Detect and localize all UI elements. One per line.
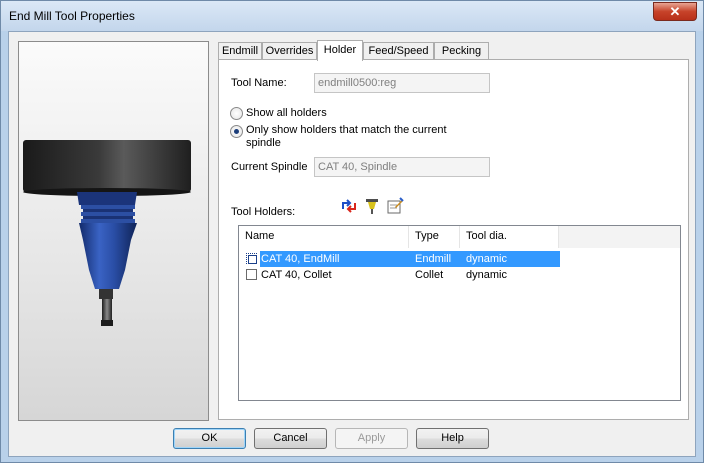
edit-holder-icon[interactable] bbox=[386, 197, 404, 215]
row-name: CAT 40, Collet bbox=[261, 269, 332, 281]
tool-holders-label: Tool Holders: bbox=[231, 206, 296, 218]
tool-holders-list[interactable]: Name Type Tool dia. CAT 40, EndMill Endm… bbox=[238, 225, 681, 401]
ok-button[interactable]: OK bbox=[173, 428, 246, 449]
match-spindle-label-line1[interactable]: Only show holders that match the current bbox=[246, 124, 447, 136]
row-tool-dia: dynamic bbox=[466, 269, 507, 281]
tab-pecking[interactable]: Pecking bbox=[434, 42, 489, 60]
tool-holder-icon[interactable] bbox=[363, 197, 381, 215]
column-header-tool-dia[interactable]: Tool dia. bbox=[460, 226, 559, 248]
tab-overrides[interactable]: Overrides bbox=[262, 42, 317, 60]
tab-endmill[interactable]: Endmill bbox=[218, 42, 262, 60]
help-button[interactable]: Help bbox=[416, 428, 489, 449]
cancel-button[interactable]: Cancel bbox=[254, 428, 327, 449]
current-spindle-field[interactable]: CAT 40, Spindle bbox=[314, 157, 490, 177]
tool-holder-rendering bbox=[23, 140, 191, 326]
close-button[interactable]: ✕ bbox=[653, 2, 697, 21]
swap-holder-icon[interactable] bbox=[340, 197, 358, 215]
dialog-client: Endmill Overrides Holder Feed/Speed Peck… bbox=[8, 31, 696, 457]
table-row[interactable]: CAT 40, EndMill Endmill dynamic bbox=[239, 251, 680, 267]
row-checkbox[interactable] bbox=[246, 253, 257, 264]
dialog-window: End Mill Tool Properties ✕ Endmill Overr… bbox=[0, 0, 704, 463]
list-header: Name Type Tool dia. bbox=[239, 226, 680, 248]
column-header-filler bbox=[559, 226, 680, 248]
show-all-holders-radio[interactable] bbox=[230, 107, 243, 120]
holder-tab-panel: Tool Name: endmill0500:reg Show all hold… bbox=[218, 59, 689, 420]
tab-holder[interactable]: Holder bbox=[317, 40, 363, 61]
match-spindle-label-line2[interactable]: spindle bbox=[246, 137, 281, 149]
row-checkbox[interactable] bbox=[246, 269, 257, 280]
row-type: Endmill bbox=[415, 253, 452, 265]
match-spindle-radio[interactable] bbox=[230, 125, 243, 138]
show-all-holders-label[interactable]: Show all holders bbox=[246, 107, 327, 119]
title-bar[interactable]: End Mill Tool Properties ✕ bbox=[1, 1, 703, 31]
tool-name-field[interactable]: endmill0500:reg bbox=[314, 73, 490, 93]
close-icon: ✕ bbox=[669, 4, 681, 19]
row-type: Collet bbox=[415, 269, 444, 281]
tab-feed-speed[interactable]: Feed/Speed bbox=[363, 42, 434, 60]
column-header-name[interactable]: Name bbox=[239, 226, 409, 248]
tool-preview bbox=[18, 41, 209, 421]
tool-name-label: Tool Name: bbox=[231, 77, 287, 89]
row-name: CAT 40, EndMill bbox=[261, 253, 340, 265]
table-row[interactable]: CAT 40, Collet Collet dynamic bbox=[239, 267, 680, 283]
window-title: End Mill Tool Properties bbox=[9, 9, 135, 23]
apply-button[interactable]: Apply bbox=[335, 428, 408, 449]
column-header-type[interactable]: Type bbox=[409, 226, 460, 248]
row-tool-dia: dynamic bbox=[466, 253, 507, 265]
current-spindle-label: Current Spindle bbox=[231, 161, 308, 173]
